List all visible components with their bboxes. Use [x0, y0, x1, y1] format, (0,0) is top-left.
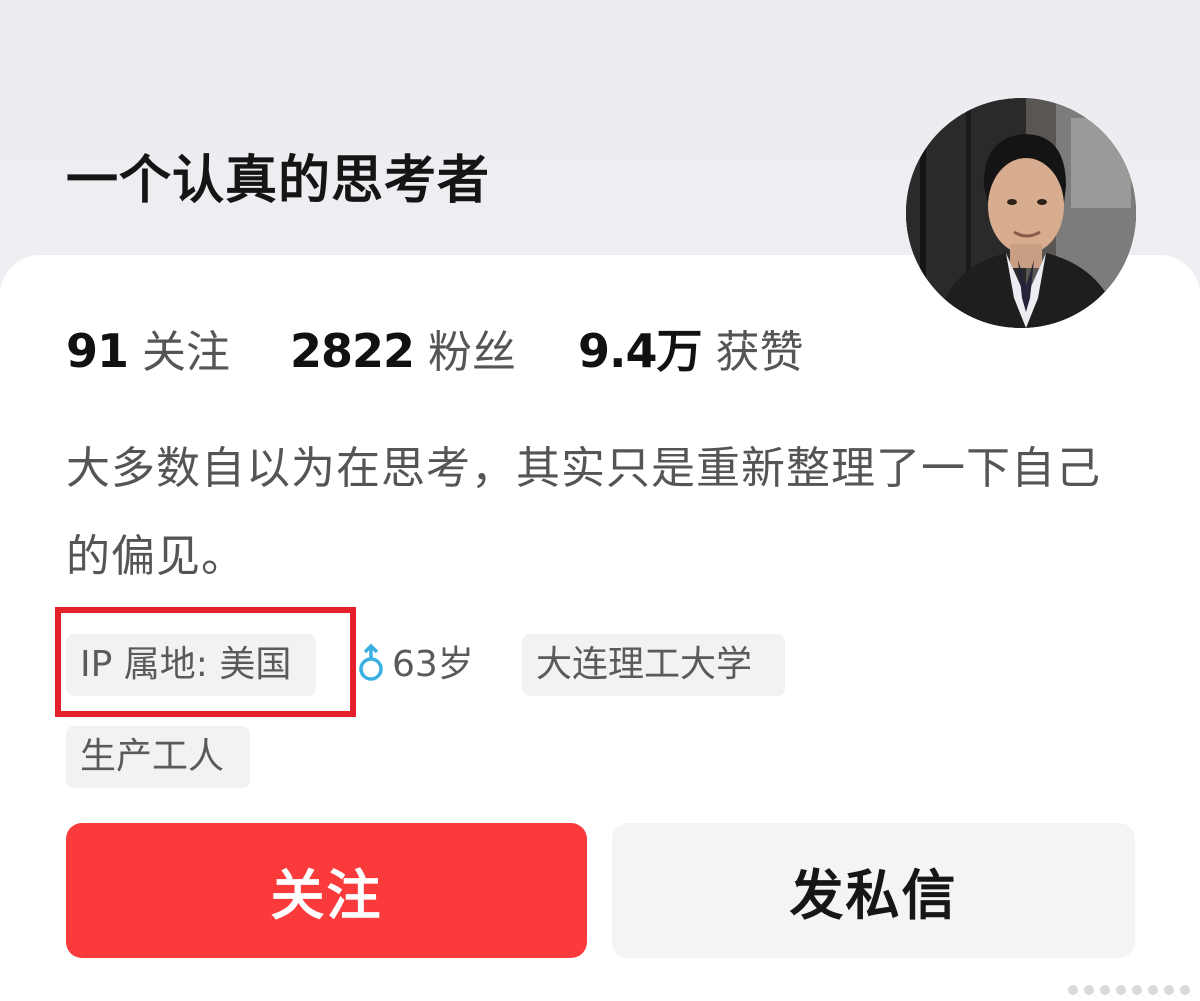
- watermark-dot: [1148, 985, 1158, 995]
- watermark-dot: [1164, 985, 1174, 995]
- watermark-dots: [1068, 985, 1190, 995]
- male-icon: [359, 643, 383, 681]
- profile-username: 一个认真的思考者: [66, 151, 491, 211]
- user-photo-avatar: [906, 98, 1136, 328]
- following-count: 91: [66, 324, 129, 378]
- likes-label: 获赞: [715, 327, 804, 378]
- age-tag: 63岁: [344, 634, 503, 696]
- send-message-button[interactable]: 发私信: [612, 823, 1135, 958]
- watermark-dot: [1068, 985, 1078, 995]
- likes-count: 9.4万: [578, 324, 702, 378]
- following-stat[interactable]: 91 关注: [66, 316, 230, 380]
- occupation-tag: 生产工人: [66, 726, 250, 788]
- profile-stats: 91 关注 2822 粉丝 9.4万 获赞: [66, 313, 804, 383]
- watermark-dot: [1084, 985, 1094, 995]
- watermark-dot: [1116, 985, 1126, 995]
- profile-bio: 大多数自以为在思考，其实只是重新整理了一下自己的偏见。: [66, 443, 1101, 582]
- ip-highlight-box: [55, 607, 356, 717]
- fans-count: 2822: [290, 324, 415, 378]
- likes-stat[interactable]: 9.4万 获赞: [578, 315, 804, 381]
- fans-stat[interactable]: 2822 粉丝: [290, 316, 516, 380]
- age-text: 63岁: [392, 644, 474, 685]
- follow-button[interactable]: 关注: [66, 823, 587, 958]
- watermark-dot: [1132, 985, 1142, 995]
- following-label: 关注: [142, 327, 231, 378]
- profile-avatar[interactable]: [906, 98, 1136, 328]
- fans-label: 粉丝: [428, 327, 517, 378]
- watermark-dot: [1180, 985, 1190, 995]
- school-tag: 大连理工大学: [522, 634, 785, 696]
- watermark-dot: [1100, 985, 1110, 995]
